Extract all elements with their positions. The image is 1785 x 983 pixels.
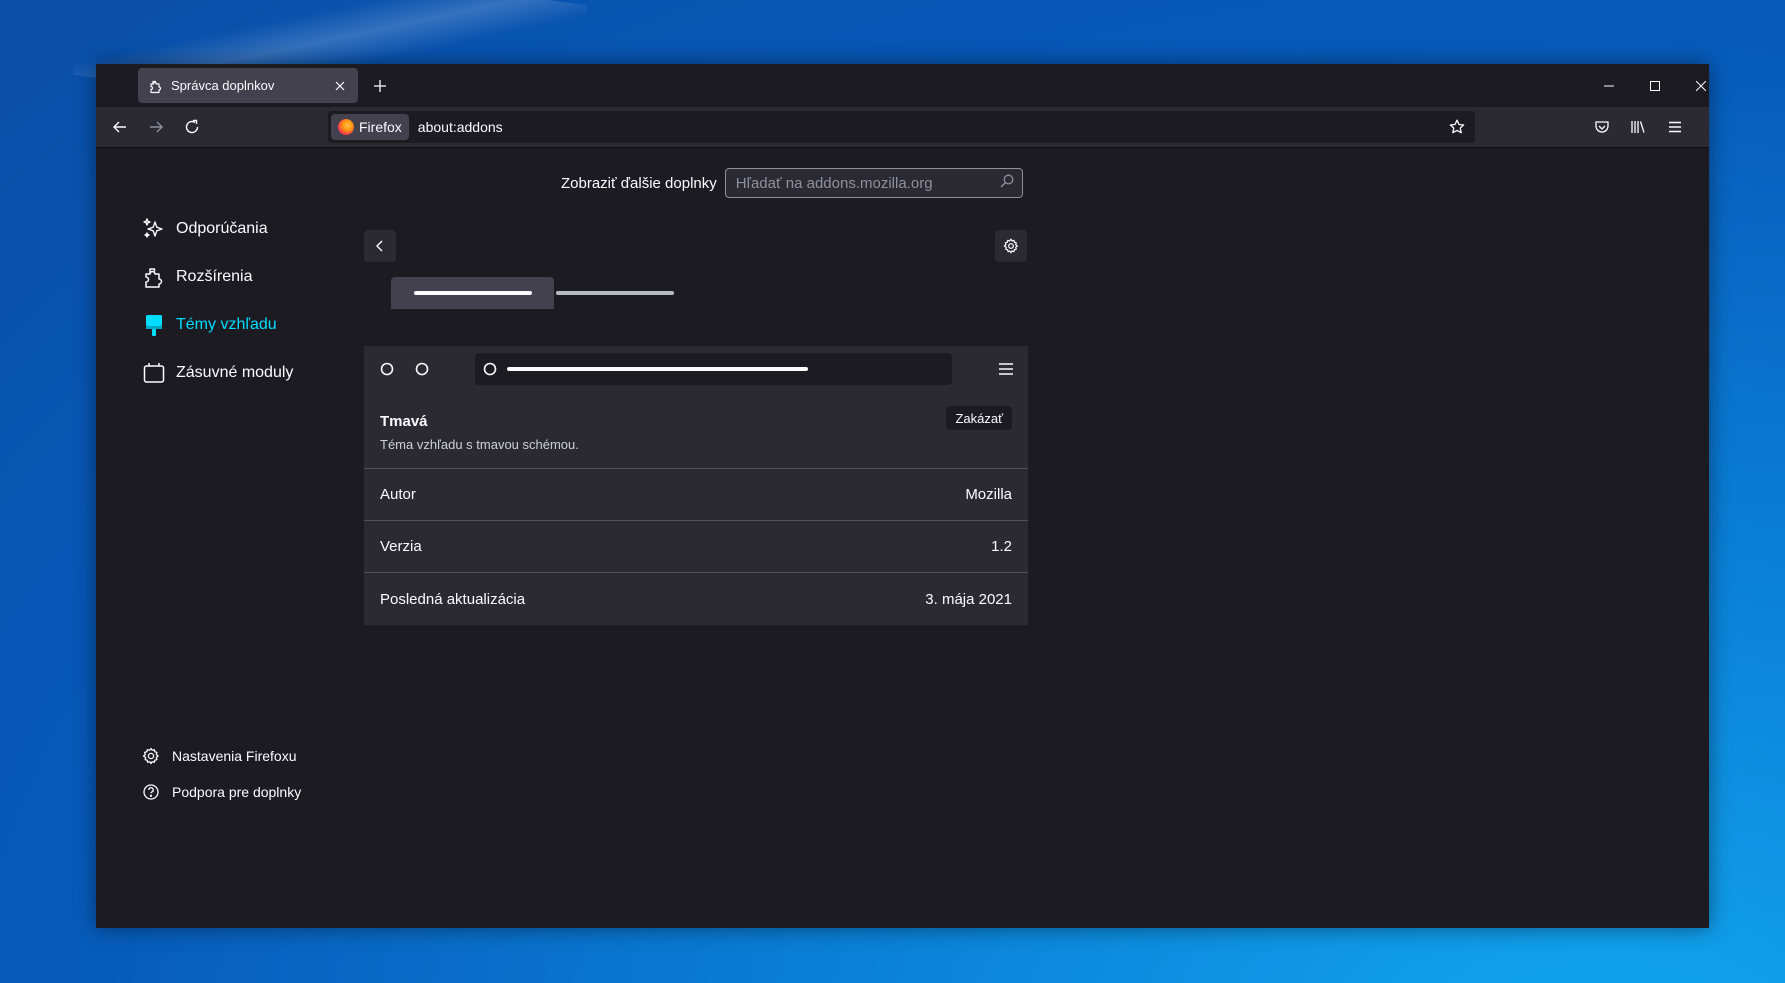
search-label: Zobraziť ďalšie doplnky	[561, 174, 717, 192]
maximize-icon[interactable]	[1632, 64, 1678, 107]
footer-item-label: Podpora pre doplnky	[172, 784, 302, 800]
tab-strip: Správca doplnkov	[96, 64, 1709, 107]
brush-icon	[142, 313, 166, 337]
firefox-logo-icon	[338, 119, 354, 135]
pocket-icon[interactable]	[1588, 113, 1616, 141]
sidebar-item-recommendations[interactable]: Odporúčania	[142, 217, 268, 241]
minimize-icon[interactable]	[1586, 64, 1632, 107]
sparkle-icon	[142, 217, 166, 241]
theme-preview-urlbar	[475, 353, 952, 385]
sidebar-item-label: Rozšírenia	[176, 268, 253, 285]
browser-window: Správca doplnkov Firefox about:addons Zo…	[96, 64, 1709, 928]
back-arrow-icon[interactable]	[106, 113, 134, 141]
theme-description: Téma vzhľadu s tmavou schémou.	[380, 437, 579, 452]
theme-card-header: Tmavá Téma vzhľadu s tmavou schémou. Zak…	[364, 392, 1028, 469]
theme-preview-tab-line	[556, 291, 674, 295]
tab-title: Správca doplnkov	[171, 78, 275, 93]
detail-value: 1.2	[991, 538, 1012, 555]
sidebar-item-label: Témy vzhľadu	[176, 316, 277, 333]
detail-row-version: Verzia 1.2	[364, 521, 1028, 573]
tab-addons-manager[interactable]: Správca doplnkov	[138, 68, 358, 103]
puzzle-icon	[142, 265, 166, 289]
footer-item-label: Nastavenia Firefoxu	[172, 748, 297, 764]
puzzle-icon	[148, 78, 164, 94]
detail-row-last-updated: Posledná aktualizácia 3. mája 2021	[364, 573, 1028, 625]
navigation-toolbar: Firefox about:addons	[96, 107, 1709, 148]
detail-row-author: Autor Mozilla	[364, 469, 1028, 521]
hamburger-menu-icon[interactable]	[1661, 113, 1689, 141]
url-text[interactable]: about:addons	[418, 119, 1443, 135]
identity-box[interactable]: Firefox	[331, 114, 409, 140]
detail-value: 3. mája 2021	[925, 590, 1012, 608]
sidebar-item-label: Odporúčania	[176, 220, 268, 237]
gear-icon	[142, 747, 160, 765]
plugin-icon	[142, 361, 166, 385]
detail-label: Posledná aktualizácia	[380, 590, 526, 608]
sidebar-item-themes[interactable]: Témy vzhľadu	[142, 313, 277, 337]
close-window-icon[interactable]	[1678, 64, 1709, 107]
footer-addons-support[interactable]: Podpora pre doplnky	[142, 783, 301, 801]
preview-circle-icon	[415, 362, 429, 376]
forward-arrow-icon[interactable]	[142, 113, 170, 141]
search-row: Zobraziť ďalšie doplnky	[561, 168, 1023, 198]
close-tab-icon[interactable]	[332, 78, 348, 94]
theme-detail-card: Tmavá Téma vzhľadu s tmavou schémou. Zak…	[364, 392, 1028, 625]
detail-value: Mozilla	[965, 486, 1012, 503]
addon-settings-button[interactable]	[995, 230, 1027, 262]
library-icon[interactable]	[1624, 113, 1652, 141]
sidebar-item-extensions[interactable]: Rozšírenia	[142, 265, 252, 289]
disable-button[interactable]: Zakázať	[946, 406, 1012, 430]
address-bar[interactable]: Firefox about:addons	[328, 111, 1475, 143]
new-tab-icon[interactable]	[368, 74, 392, 98]
theme-preview-url-line	[507, 367, 808, 371]
bookmark-star-icon[interactable]	[1443, 113, 1471, 141]
footer-firefox-settings[interactable]: Nastavenia Firefoxu	[142, 747, 297, 765]
search-input[interactable]	[733, 173, 1000, 193]
search-icon	[1000, 174, 1014, 193]
theme-preview-tab-line	[414, 291, 532, 295]
identity-label: Firefox	[359, 119, 402, 135]
help-icon	[142, 783, 160, 801]
theme-name: Tmavá	[380, 413, 428, 430]
theme-preview-active-tab	[391, 277, 554, 309]
detail-label: Verzia	[380, 538, 422, 555]
sidebar-item-label: Zásuvné moduly	[176, 364, 294, 381]
back-button[interactable]	[364, 230, 396, 262]
preview-menu-icon	[999, 363, 1013, 375]
preview-circle-icon	[380, 362, 394, 376]
reload-icon[interactable]	[178, 113, 206, 141]
addons-page: Zobraziť ďalšie doplnky Odporúčania Rozš…	[96, 148, 1709, 928]
sidebar-item-plugins[interactable]: Zásuvné moduly	[142, 361, 293, 385]
theme-preview-toolbar	[364, 346, 1028, 392]
preview-circle-icon	[483, 362, 497, 376]
detail-label: Autor	[380, 486, 416, 503]
theme-preview-tabs	[364, 277, 1028, 319]
search-box[interactable]	[724, 168, 1023, 198]
